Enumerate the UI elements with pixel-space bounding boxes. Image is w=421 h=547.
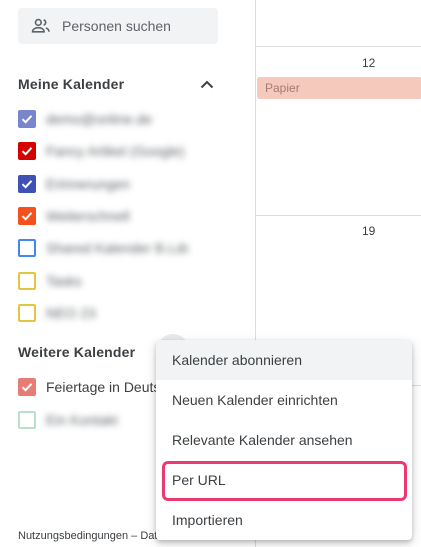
my-calendar-label: NEO 23	[46, 304, 96, 321]
my-calendar-item[interactable]: Shared Kalender B.Ldr.	[18, 236, 192, 260]
day-number[interactable]: 19	[362, 224, 375, 238]
checkbox-unchecked[interactable]	[18, 411, 36, 429]
my-calendar-label: Shared Kalender B.Ldr.	[46, 240, 192, 257]
my-calendar-label: Weiterschnell	[46, 207, 130, 224]
my-calendar-item[interactable]: NEO 23	[18, 301, 96, 325]
check-icon	[21, 383, 33, 392]
other-calendars-heading[interactable]: Weitere Kalender	[18, 344, 135, 360]
check-icon	[21, 212, 33, 221]
other-calendar-label: Ein Kontakt	[46, 412, 118, 428]
add-calendar-menu: Kalender abonnieren Neuen Kalender einri…	[156, 340, 412, 540]
check-icon	[21, 179, 33, 189]
my-calendar-item[interactable]: Weiterschnell	[18, 204, 130, 228]
checkbox-unchecked[interactable]	[18, 271, 36, 290]
check-icon	[21, 115, 33, 124]
grid-line	[256, 215, 421, 216]
my-calendar-label: demo@online.de	[46, 111, 153, 127]
people-search-box[interactable]: Personen suchen	[18, 8, 218, 44]
checkbox-checked[interactable]	[18, 142, 36, 161]
grid-line	[256, 46, 421, 47]
checkbox-unchecked[interactable]	[18, 303, 36, 322]
check-icon	[21, 147, 33, 156]
my-calendar-item[interactable]: demo@online.de	[18, 107, 152, 131]
chevron-up-icon[interactable]	[200, 79, 214, 89]
my-calendars-heading[interactable]: Meine Kalender	[18, 76, 124, 92]
checkbox-checked[interactable]	[18, 174, 36, 193]
checkbox-checked[interactable]	[18, 110, 36, 128]
my-calendar-label: Fancy Artikel (Google)	[46, 143, 185, 160]
checkbox-checked[interactable]	[18, 378, 36, 396]
search-placeholder: Personen suchen	[62, 18, 171, 34]
event-chip[interactable]: Papier	[257, 77, 421, 99]
checkbox-unchecked[interactable]	[18, 239, 36, 258]
menu-item-browse[interactable]: Relevante Kalender ansehen	[156, 420, 412, 460]
checkbox-checked[interactable]	[18, 206, 36, 225]
menu-item-subscribe[interactable]: Kalender abonnieren	[156, 340, 412, 380]
my-calendar-label: Tasks	[46, 272, 82, 289]
menu-item-create[interactable]: Neuen Kalender einrichten	[156, 380, 412, 420]
people-icon	[31, 18, 50, 33]
my-calendar-label: Erinnerungen	[46, 175, 131, 192]
my-calendar-item[interactable]: Erinnerungen	[18, 172, 130, 196]
my-calendar-item[interactable]: Fancy Artikel (Google)	[18, 139, 185, 163]
menu-item-import[interactable]: Importieren	[156, 500, 412, 540]
highlight-frame	[162, 461, 407, 501]
my-calendar-item[interactable]: Tasks	[18, 269, 82, 293]
day-number[interactable]: 12	[362, 56, 375, 70]
other-calendar-item[interactable]: Ein Kontakt	[18, 408, 118, 432]
